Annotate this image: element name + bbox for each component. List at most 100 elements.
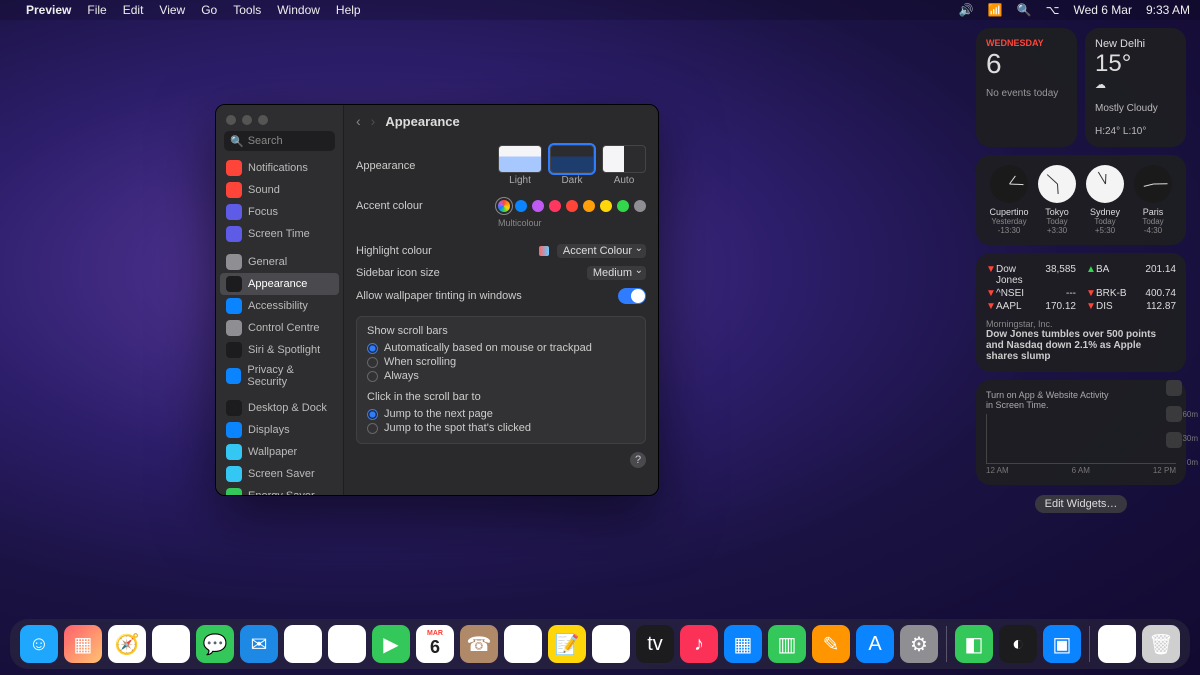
sidebar-item-screen-time[interactable]: Screen Time (216, 223, 343, 245)
control-center-icon[interactable]: ⌥ (1046, 3, 1060, 17)
scrollclick-option[interactable]: Jump to the spot that's clicked (367, 421, 635, 435)
accent-swatch[interactable] (532, 200, 544, 212)
dock-app1[interactable]: ◧ (955, 625, 993, 663)
scrollbars-option[interactable]: Always (367, 369, 635, 383)
stocks-source: Morningstar, Inc. (986, 319, 1176, 329)
appearance-option-dark[interactable]: Dark (550, 145, 594, 186)
sidebar-item-screen-saver[interactable]: Screen Saver (216, 463, 343, 485)
back-button[interactable]: ‹ (356, 113, 361, 129)
dock-contacts[interactable]: ☎ (460, 625, 498, 663)
appearance-option-label: Dark (550, 175, 594, 186)
sidebar-item-focus[interactable]: Focus (216, 201, 343, 223)
menu-window[interactable]: Window (277, 3, 320, 17)
sidebar-item-icon (226, 320, 242, 336)
accent-swatch[interactable] (515, 200, 527, 212)
dock-launchpad[interactable]: ▦ (64, 625, 102, 663)
sidebar-item-siri-spotlight[interactable]: Siri & Spotlight (216, 339, 343, 361)
dock-chrome[interactable]: ◎ (152, 625, 190, 663)
scrollbars-option[interactable]: Automatically based on mouse or trackpad (367, 341, 635, 355)
clock-day: Today (1130, 217, 1176, 226)
menu-help[interactable]: Help (336, 3, 361, 17)
dock-numbers[interactable]: ▥ (768, 625, 806, 663)
dock-appstore[interactable]: A (856, 625, 894, 663)
dock-photos[interactable]: ✿ (328, 625, 366, 663)
dock-settings[interactable]: ⚙ (900, 625, 938, 663)
menubar-time[interactable]: 9:33 AM (1146, 3, 1190, 17)
sidebar-item-notifications[interactable]: Notifications (216, 157, 343, 179)
dock-pages[interactable]: ✎ (812, 625, 850, 663)
sidebar-item-privacy-security[interactable]: Privacy & Security (216, 361, 343, 391)
world-clock-widget[interactable]: CupertinoYesterday-13:30TokyoToday+3:30S… (976, 155, 1186, 245)
appearance-option-auto[interactable]: Auto (602, 145, 646, 186)
dock-music[interactable]: ♪ (680, 625, 718, 663)
sidebar-item-general[interactable]: General (216, 251, 343, 273)
accent-swatch[interactable] (600, 200, 612, 212)
menu-tools[interactable]: Tools (233, 3, 261, 17)
stock-price: 400.74 (1130, 288, 1176, 299)
dock-freeform[interactable]: 〰 (592, 625, 630, 663)
settings-search[interactable]: 🔍 Search (224, 131, 335, 151)
sidebar-item-sound[interactable]: Sound (216, 179, 343, 201)
highlight-swatch (539, 246, 549, 256)
dock-trash[interactable]: 🗑 (1142, 625, 1180, 663)
clock-sydney: SydneyToday+5:30 (1082, 165, 1128, 235)
menubar-date[interactable]: Wed 6 Mar (1074, 3, 1132, 17)
tinting-toggle[interactable] (618, 288, 646, 304)
search-placeholder: Search (248, 135, 283, 147)
dock-reminders[interactable]: ☑ (504, 625, 542, 663)
edit-widgets-button[interactable]: Edit Widgets… (1035, 495, 1128, 513)
sidebar-item-icon (226, 444, 242, 460)
menu-file[interactable]: File (87, 3, 106, 17)
spotlight-icon[interactable]: 🔍 (1017, 3, 1032, 17)
menu-go[interactable]: Go (201, 3, 217, 17)
screentime-widget[interactable]: Turn on App & Website Activity in Screen… (976, 380, 1186, 485)
sidebar-item-desktop-dock[interactable]: Desktop & Dock (216, 397, 343, 419)
sidebar-item-displays[interactable]: Displays (216, 419, 343, 441)
accent-swatch[interactable] (634, 200, 646, 212)
volume-icon[interactable]: 🔊 (959, 3, 974, 17)
stocks-widget[interactable]: ▼Dow Jones38,585▲BA201.14▼^NSEI---▼BRK-B… (976, 253, 1186, 372)
accent-swatch[interactable] (566, 200, 578, 212)
dock-safari[interactable]: 🧭 (108, 625, 146, 663)
dock-messages[interactable]: 💬 (196, 625, 234, 663)
stock-arrow-icon: ▲ (1086, 264, 1096, 286)
accent-swatch[interactable] (549, 200, 561, 212)
menu-view[interactable]: View (159, 3, 185, 17)
dock-mail[interactable]: ✉ (240, 625, 278, 663)
scrollclick-option[interactable]: Jump to the next page (367, 407, 635, 421)
dock-keynote[interactable]: ▦ (724, 625, 762, 663)
forward-button[interactable]: › (371, 113, 376, 129)
sidebar-icon-dropdown[interactable]: Medium (587, 266, 646, 280)
scrollbars-option[interactable]: When scrolling (367, 355, 635, 369)
close-button[interactable] (226, 115, 236, 125)
dock-app2[interactable]: ◐ (999, 625, 1037, 663)
dock-app3[interactable]: ▣ (1043, 625, 1081, 663)
dock-tv[interactable]: tv (636, 625, 674, 663)
sidebar-item-accessibility[interactable]: Accessibility (216, 295, 343, 317)
appearance-option-light[interactable]: Light (498, 145, 542, 186)
dock-calendar[interactable]: MAR6 (416, 625, 454, 663)
app-name[interactable]: Preview (26, 3, 71, 17)
sidebar-item-energy-saver[interactable]: Energy Saver (216, 485, 343, 495)
calendar-widget[interactable]: Wednesday 6 No events today (976, 28, 1077, 147)
sidebar-item-control-centre[interactable]: Control Centre (216, 317, 343, 339)
accent-swatch[interactable] (498, 200, 510, 212)
dock-downloads[interactable]: ⬇ (1098, 625, 1136, 663)
minimize-button[interactable] (242, 115, 252, 125)
dock-facetime[interactable]: ▶ (372, 625, 410, 663)
menu-edit[interactable]: Edit (123, 3, 144, 17)
wifi-icon[interactable]: 📶 (988, 3, 1003, 17)
dock-finder[interactable]: ☺ (20, 625, 58, 663)
zoom-button[interactable] (258, 115, 268, 125)
clock-paris: ParisToday-4:30 (1130, 165, 1176, 235)
clock-face (1134, 165, 1172, 203)
highlight-dropdown[interactable]: Accent Colour (557, 244, 646, 258)
accent-swatch[interactable] (617, 200, 629, 212)
sidebar-item-wallpaper[interactable]: Wallpaper (216, 441, 343, 463)
weather-widget[interactable]: New Delhi 15° ☁ Mostly Cloudy H:24° L:10… (1085, 28, 1186, 147)
accent-swatch[interactable] (583, 200, 595, 212)
sidebar-item-appearance[interactable]: Appearance (220, 273, 339, 295)
dock-notes[interactable]: 📝 (548, 625, 586, 663)
dock-maps[interactable]: 🗺 (284, 625, 322, 663)
help-button[interactable]: ? (630, 452, 646, 468)
